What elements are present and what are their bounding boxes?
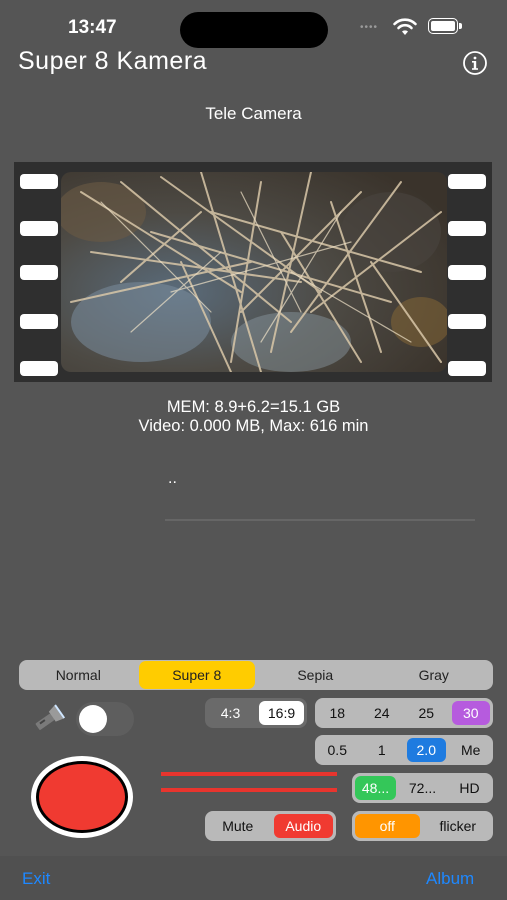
fps-option-0[interactable]: 18: [318, 701, 357, 725]
sprocket-hole: [448, 314, 486, 329]
sprocket-hole: [448, 265, 486, 280]
aspect-option-1[interactable]: 16:9: [259, 701, 304, 725]
divider-line: [165, 519, 475, 521]
record-button[interactable]: [31, 756, 133, 838]
filter-option-normal[interactable]: Normal: [20, 661, 137, 689]
video-info: Video: 0.000 MB, Max: 616 min: [138, 417, 369, 435]
speed-control[interactable]: 0.5 1 2.0 Me: [315, 735, 493, 765]
aspect-ratio-control[interactable]: 4:3 16:9: [205, 698, 307, 728]
resolution-option-0[interactable]: 48...: [355, 776, 396, 800]
album-button[interactable]: Album: [426, 869, 474, 889]
audio-option-1[interactable]: Audio: [273, 814, 333, 838]
resolution-control[interactable]: 48... 72... HD: [352, 773, 493, 803]
sprocket-hole: [448, 361, 486, 376]
speed-option-2[interactable]: 2.0: [407, 738, 446, 762]
battery-tip: [459, 23, 462, 29]
fps-option-2[interactable]: 25: [407, 701, 446, 725]
dynamic-island: [180, 12, 328, 48]
sprocket-hole: [448, 221, 486, 236]
filter-segmented-control[interactable]: Normal Super 8 Sepia Gray: [19, 660, 493, 690]
speed-option-0[interactable]: 0.5: [318, 738, 357, 762]
audio-option-0[interactable]: Mute: [208, 814, 268, 838]
filter-option-gray[interactable]: Gray: [376, 661, 493, 689]
resolution-option-2[interactable]: HD: [449, 776, 490, 800]
flicker-option-1[interactable]: flicker: [426, 814, 491, 838]
toggle-knob: [79, 705, 107, 733]
fps-control[interactable]: 18 24 25 30: [315, 698, 493, 728]
wifi-icon: [393, 18, 417, 35]
app-title: Super 8 Kamera: [18, 47, 208, 75]
sprocket-hole: [20, 265, 58, 280]
audio-level-left: [161, 772, 337, 776]
info-icon[interactable]: [462, 50, 488, 76]
flicker-option-0[interactable]: off: [355, 814, 420, 838]
sprocket-hole: [20, 361, 58, 376]
exit-button[interactable]: Exit: [22, 869, 50, 889]
sprocket-hole: [20, 174, 58, 189]
fps-option-3[interactable]: 30: [451, 701, 490, 725]
flashlight-icon[interactable]: [29, 703, 69, 735]
signal-dots: ••••: [360, 22, 379, 33]
filter-option-sepia[interactable]: Sepia: [257, 661, 374, 689]
camera-preview[interactable]: [61, 172, 447, 372]
aspect-option-0[interactable]: 4:3: [208, 701, 253, 725]
memory-info: MEM: 8.9+6.2=15.1 GB: [166, 398, 341, 416]
filter-option-super-8[interactable]: Super 8: [138, 661, 255, 689]
sprocket-hole: [20, 221, 58, 236]
audio-control[interactable]: Mute Audio: [205, 811, 336, 841]
camera-label[interactable]: Tele Camera: [0, 104, 507, 124]
sprocket-hole: [20, 314, 58, 329]
flicker-control[interactable]: off flicker: [352, 811, 493, 841]
status-time: 13:47: [68, 17, 117, 38]
record-button-core: [39, 764, 125, 830]
resolution-option-1[interactable]: 72...: [402, 776, 443, 800]
torch-toggle[interactable]: [76, 702, 134, 736]
audio-level-right: [161, 788, 337, 792]
battery-icon: [428, 18, 458, 34]
status-dots-text: ..: [168, 470, 177, 487]
speed-option-1[interactable]: 1: [363, 738, 402, 762]
fps-option-1[interactable]: 24: [363, 701, 402, 725]
speed-option-3[interactable]: Me: [452, 738, 491, 762]
sprocket-hole: [448, 174, 486, 189]
